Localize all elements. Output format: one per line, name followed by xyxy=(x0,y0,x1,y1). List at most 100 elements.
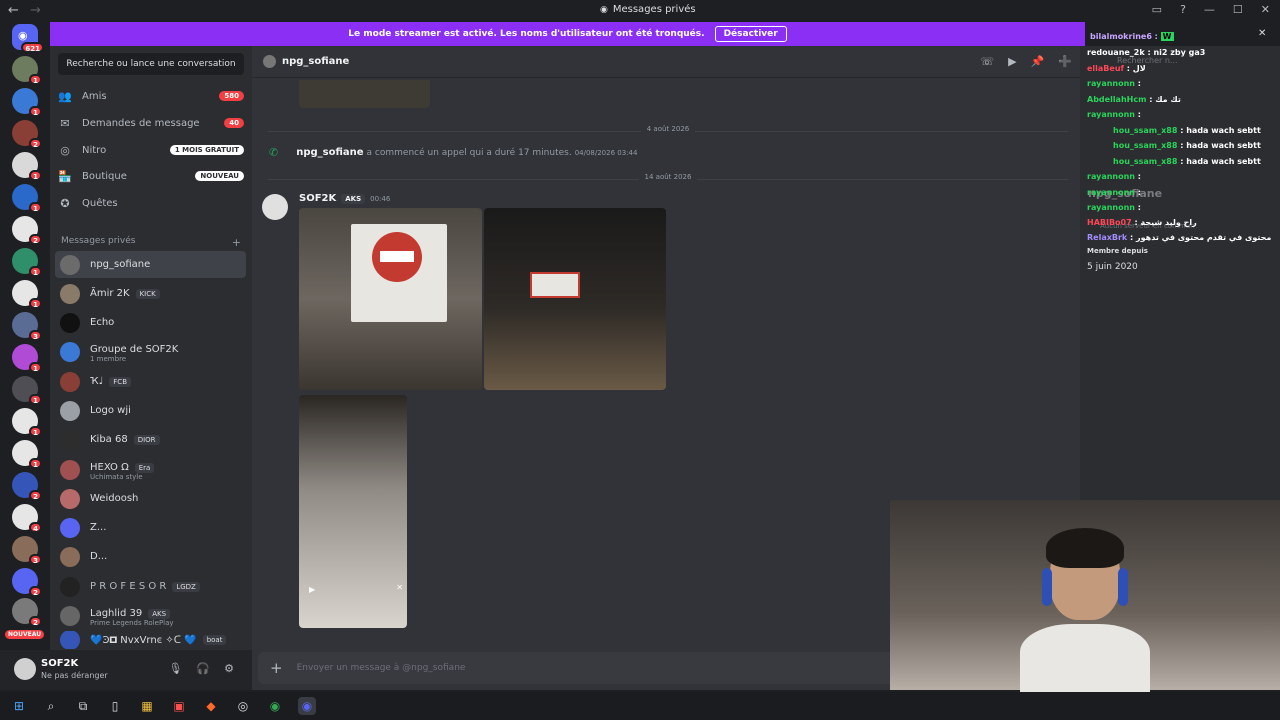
chat-line: rayannonn : xyxy=(1087,203,1141,212)
chat-line: rayannonn : xyxy=(1087,79,1141,88)
maximize-button[interactable]: ☐ xyxy=(1233,3,1243,16)
disable-streamer-button[interactable]: Désactiver xyxy=(714,26,787,42)
server-icon[interactable]: 1 xyxy=(12,280,42,309)
title-bar: ← → ◉ Messages privés ▭ ? — ☐ ✕ xyxy=(0,0,1280,22)
video-attachment[interactable]: ▶ ✕ xyxy=(299,395,407,628)
headset-icon[interactable]: 🎧 xyxy=(196,662,210,675)
image-attachment[interactable] xyxy=(484,208,666,390)
server-icon[interactable]: 1 xyxy=(12,184,42,213)
dm-item[interactable]: Echo xyxy=(55,309,246,336)
back-arrow-icon[interactable]: ← xyxy=(8,3,19,18)
message-input[interactable]: Envoyer un message à @npg_sofiane xyxy=(297,663,466,673)
server-icon[interactable]: 1 xyxy=(12,408,42,437)
settings-gear-icon[interactable]: ⚙ xyxy=(224,662,234,675)
image-attachment[interactable] xyxy=(299,208,482,390)
channel-name: npg_sofiane xyxy=(282,56,350,67)
server-icon[interactable]: 3 xyxy=(12,312,42,341)
minimize-button[interactable]: — xyxy=(1204,3,1215,16)
server-icon[interactable]: 2 xyxy=(12,216,42,245)
search-icon[interactable]: ⌕ xyxy=(42,697,60,715)
chrome-icon[interactable]: ◉ xyxy=(266,697,284,715)
pin-icon[interactable]: 📌 xyxy=(1031,55,1045,68)
server-icon[interactable]: 2 xyxy=(12,598,42,627)
add-friend-icon[interactable]: ➕ xyxy=(1058,55,1072,68)
avatar xyxy=(60,283,80,304)
dm-item[interactable]: Groupe de SOF2K 1 membre xyxy=(55,338,246,365)
app-icon[interactable]: ◎ xyxy=(234,697,252,715)
add-attachment-icon[interactable]: + xyxy=(270,659,283,677)
nav-friends[interactable]: 👥 Amis 580 xyxy=(58,84,244,108)
server-rail: ◉ 621 1 1 2 1 1 2 1 1 3 1 1 1 1 2 4 3 2 … xyxy=(0,22,50,690)
conversation-search-button[interactable]: Recherche ou lance une conversation xyxy=(58,53,244,75)
avatar xyxy=(60,400,80,421)
author-avatar[interactable] xyxy=(262,194,288,220)
windows-start-icon[interactable]: ⊞ xyxy=(10,697,28,715)
server-icon[interactable]: 1 xyxy=(12,56,42,85)
dm-item[interactable]: 💙Ͽ🞓 NvxVrnͼ ✧ᑕ 💙 boat xyxy=(55,631,246,649)
nav-message-requests[interactable]: ✉ Demandes de message 40 xyxy=(58,111,244,135)
dm-item[interactable]: Logo wji xyxy=(55,397,246,424)
chat-line: hou_ssam_x88 : hada wach sebtt xyxy=(1113,157,1261,166)
group-avatar xyxy=(60,341,80,362)
chat-line: hou_ssam_x88 : hada wach sebtt xyxy=(1113,126,1261,135)
server-icon[interactable]: 1 xyxy=(12,344,42,373)
server-icon[interactable]: 2 xyxy=(12,472,42,501)
home-unread-badge: 621 xyxy=(21,42,44,53)
dm-item[interactable]: P R O F E S O R LGDZ xyxy=(55,573,246,600)
server-icon[interactable]: 1 xyxy=(12,248,42,277)
server-icon[interactable]: 4 xyxy=(12,504,42,533)
chat-line: ellaBeuf : لال xyxy=(1087,64,1146,73)
nav-nitro[interactable]: ◎ Nitro 1 MOIS GRATUIT xyxy=(58,138,244,162)
server-tag: Era xyxy=(134,462,155,473)
server-icon[interactable]: 1 xyxy=(12,88,42,117)
brave-browser-icon[interactable]: ◆ xyxy=(202,697,220,715)
help-icon[interactable]: ? xyxy=(1180,3,1186,16)
avatar xyxy=(263,55,276,68)
create-dm-icon[interactable]: + xyxy=(232,236,241,249)
server-icon[interactable]: 3 xyxy=(12,536,42,565)
dm-item[interactable]: HEXO Ω Era Uchimata style xyxy=(55,456,246,483)
close-overlay-icon[interactable]: ✕ xyxy=(1258,28,1266,39)
avatar xyxy=(60,605,80,626)
avatar xyxy=(60,517,80,538)
close-icon[interactable]: ✕ xyxy=(396,583,403,592)
server-icon[interactable]: 2 xyxy=(12,568,42,597)
server-icon[interactable]: 1 xyxy=(12,440,42,469)
server-icon[interactable]: 2 xyxy=(12,120,42,149)
dm-item[interactable]: Weidoosh xyxy=(55,485,246,512)
file-icon[interactable]: ▯ xyxy=(106,697,124,715)
avatar xyxy=(60,459,80,480)
video-call-icon[interactable]: ▶ xyxy=(1008,55,1016,68)
friends-icon: 👥 xyxy=(58,89,72,103)
dm-item[interactable]: Z... xyxy=(55,514,246,541)
inbox-icon[interactable]: ▭ xyxy=(1152,3,1162,16)
server-icon[interactable]: 1 xyxy=(12,152,42,181)
dm-item[interactable]: Ᾰmir 2K KICK xyxy=(55,280,246,307)
voice-call-icon[interactable]: ☏ xyxy=(980,55,994,68)
dm-item[interactable]: D... xyxy=(55,543,246,570)
nitro-icon: ◎ xyxy=(60,143,70,157)
dm-item[interactable]: npg_sofiane xyxy=(55,251,246,278)
author-name[interactable]: SOF2K xyxy=(299,193,336,204)
discord-taskbar-icon[interactable]: ◉ xyxy=(298,697,316,715)
previous-image-attachment[interactable] xyxy=(299,80,430,108)
dm-item[interactable]: Laghlid 39 AKS Prime Legends RolePlay xyxy=(55,602,246,629)
task-view-icon[interactable]: ⧉ xyxy=(74,697,92,715)
dm-item[interactable]: Ҡ♩ FCB xyxy=(55,368,246,395)
dm-item[interactable]: Kiba 68 DIOR xyxy=(55,426,246,453)
store-icon[interactable]: ▦ xyxy=(138,697,156,715)
microphone-icon[interactable]: 🎙 xyxy=(168,662,182,675)
forward-arrow-icon[interactable]: → xyxy=(30,3,41,18)
avatar xyxy=(60,546,80,567)
close-window-button[interactable]: ✕ xyxy=(1261,3,1270,16)
home-button[interactable]: ◉ 621 xyxy=(12,24,44,53)
streamer-person xyxy=(1020,528,1150,694)
play-icon[interactable]: ▶ xyxy=(309,585,315,594)
nav-shop[interactable]: 🏪 Boutique NOUVEAU xyxy=(58,164,244,188)
app-icon[interactable]: ▣ xyxy=(170,697,188,715)
chat-line: rayannonn : xyxy=(1087,188,1141,197)
nav-quests[interactable]: ✪ Quêtes xyxy=(58,191,244,215)
server-icon[interactable]: 1 xyxy=(12,376,42,405)
user-avatar[interactable] xyxy=(14,658,36,680)
shop-new-badge: NOUVEAU xyxy=(195,171,244,181)
